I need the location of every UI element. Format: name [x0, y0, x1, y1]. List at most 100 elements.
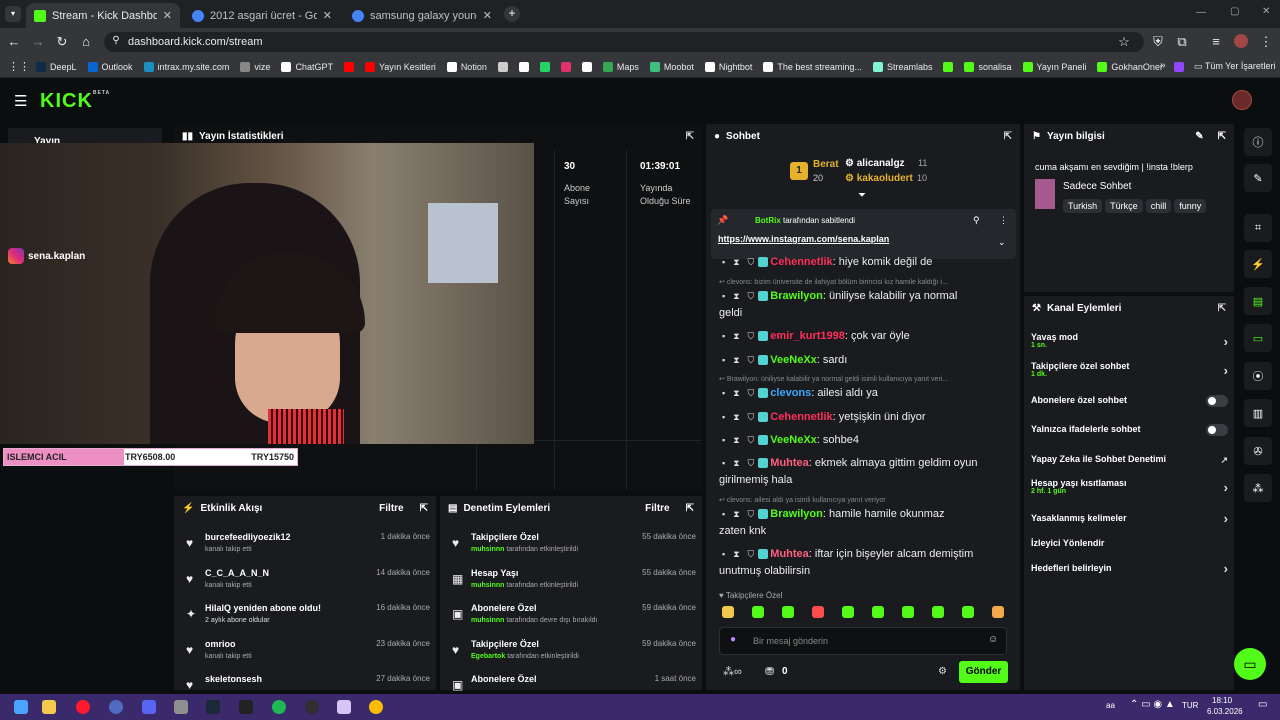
quick-emote-icon[interactable] — [992, 606, 1004, 618]
bookmark-item[interactable]: vize — [240, 61, 270, 72]
expand-icon[interactable]: ⇱ — [1004, 131, 1012, 142]
chat-message[interactable]: geldi — [719, 307, 742, 319]
mod-tools-icon[interactable]: ▪ — [722, 509, 725, 519]
bookmark-item[interactable] — [497, 61, 508, 72]
chat-username[interactable]: Muhtea — [770, 548, 809, 560]
chat-message[interactable]: ▪ ⧗ ⛉ emir_kurt1998: çok var öyle — [722, 330, 910, 342]
bookmark-item[interactable]: Yayın Kesitleri — [364, 61, 436, 72]
back-arrow-icon[interactable]: ← — [6, 34, 22, 49]
home-icon[interactable]: ⌂ — [78, 34, 94, 49]
chat-username[interactable]: VeeNeXx — [770, 354, 816, 366]
quick-emote-icon[interactable] — [962, 606, 974, 618]
maximize-icon[interactable]: ▢ — [1230, 6, 1239, 17]
bookmark-item[interactable] — [560, 61, 571, 72]
quick-emote-icon[interactable] — [782, 606, 794, 618]
app-icon[interactable] — [109, 700, 123, 714]
reload-icon[interactable]: ↻ — [54, 34, 70, 50]
collapse-leaderboard-icon[interactable]: ⏷ — [858, 190, 866, 201]
new-tab-button[interactable]: + — [504, 6, 520, 22]
bookmark-item[interactable] — [539, 61, 550, 72]
tab-search-button[interactable]: ▾ — [5, 6, 21, 22]
bookmark-item[interactable]: sonalisa — [964, 61, 1012, 72]
chevron-right-icon[interactable]: › — [1224, 561, 1228, 576]
chat-username[interactable]: Muhtea — [770, 457, 809, 469]
bookmark-item[interactable]: Maps — [602, 61, 639, 72]
chat-username[interactable]: Cehennetlik — [770, 411, 832, 423]
moderation-filter-button[interactable]: Filtre — [645, 503, 669, 514]
bookmark-item[interactable]: Outlook — [87, 61, 133, 72]
layout-icon[interactable]: ▥ — [1244, 399, 1272, 427]
mod-tools-icon[interactable]: ▪ — [722, 388, 725, 398]
forward-arrow-icon[interactable]: → — [30, 34, 46, 49]
chevron-right-icon[interactable]: › — [1224, 511, 1228, 526]
opera-icon[interactable] — [76, 700, 90, 714]
close-tab-icon[interactable]: ✕ — [483, 9, 492, 22]
chat-username[interactable]: Brawilyon — [770, 290, 823, 302]
address-bar[interactable]: dashboard.kick.com/stream — [104, 32, 1144, 52]
expand-icon[interactable]: ⇱ — [420, 503, 428, 514]
mod-tools-icon[interactable]: ▪ — [722, 435, 725, 445]
gift-icon[interactable]: ⛃ — [765, 665, 774, 678]
quick-emote-icon[interactable] — [722, 606, 734, 618]
chat-message[interactable]: unutmuş olabilirsin — [719, 565, 810, 577]
chat-message[interactable]: ▪ ⧗ ⛉ Muhtea: iftar için bişeyler alcam dem… — [722, 548, 973, 560]
external-link-icon[interactable]: ↗ — [1220, 455, 1228, 466]
browser-menu-icon[interactable]: ⋮ — [1258, 34, 1274, 50]
timeout-icon[interactable]: ⧗ — [733, 549, 739, 559]
chevron-right-icon[interactable]: › — [1224, 363, 1228, 378]
site-info-icon[interactable]: ⚲ — [108, 35, 124, 46]
wrench-icon[interactable]: ✇ — [1244, 437, 1272, 465]
chat-username[interactable]: Cehennetlik — [770, 256, 832, 268]
discord-icon[interactable] — [142, 700, 156, 714]
tab-google-search-1[interactable]: 2012 asgari ücret - Google'da A ✕ — [184, 3, 340, 28]
all-bookmarks[interactable]: ▭ Tüm Yer İşaretleri — [1194, 61, 1275, 72]
expand-icon[interactable]: ⇱ — [1218, 131, 1226, 142]
stream-tag[interactable]: Türkçe — [1105, 199, 1143, 213]
timeout-icon[interactable]: ⧗ — [733, 291, 739, 301]
bookmarks-overflow-icon[interactable]: » — [1160, 60, 1166, 71]
close-window-icon[interactable]: ✕ — [1262, 6, 1270, 17]
bookmark-item[interactable]: DeepL — [36, 61, 77, 72]
pinned-menu-icon[interactable]: ⋮ — [999, 215, 1008, 226]
channel-action-item[interactable]: Yavaş mod 1 sn. › — [1031, 332, 1228, 349]
mod-tools-icon[interactable]: ▪ — [722, 355, 725, 365]
mod-tools-icon[interactable]: ▪ — [722, 549, 725, 559]
bookmark-item[interactable]: Streamlabs — [872, 61, 932, 72]
clock-date[interactable]: 6.03.2026 — [1207, 707, 1243, 716]
mod-tools-icon[interactable]: ▪ — [722, 257, 725, 267]
channel-action-item[interactable]: Takipçilere özel sohbet 1 dk. › — [1031, 361, 1228, 378]
timeout-icon[interactable]: ⧗ — [733, 331, 739, 341]
activity-filter-button[interactable]: Filtre — [379, 503, 403, 514]
close-tab-icon[interactable]: ✕ — [323, 9, 332, 22]
channel-action-item[interactable]: Yasaklanmış kelimeler › — [1031, 511, 1228, 526]
broadcast-icon[interactable]: ⦿ — [1244, 362, 1272, 390]
file-explorer-icon[interactable] — [42, 700, 56, 714]
notifications-icon[interactable]: ▭ — [1258, 699, 1267, 710]
activity-item[interactable]: ♥ omrioo kanalı takip etti 23 dakika önce — [180, 637, 430, 671]
toggle-switch[interactable] — [1206, 424, 1228, 436]
quick-emote-icon[interactable] — [872, 606, 884, 618]
emoji-picker-icon[interactable]: ☺ — [988, 634, 998, 645]
channel-action-item[interactable]: Hedefleri belirleyin › — [1031, 561, 1228, 576]
timeout-icon[interactable]: ⧗ — [733, 257, 739, 267]
bookmark-item[interactable]: The best streaming... — [763, 61, 862, 72]
mod-tools-icon[interactable]: ▪ — [722, 331, 725, 341]
chat-icon[interactable]: ▭ — [1244, 324, 1272, 352]
language-indicator[interactable]: TUR — [1182, 701, 1198, 710]
tab-kick-dashboard[interactable]: Stream - Kick Dashboard ✕ — [26, 3, 180, 28]
activity-item[interactable]: ♥ C_C_A_A_N_N kanalı takip etti 14 dakika ö… — [180, 566, 430, 600]
info-icon[interactable]: ⓘ — [1244, 128, 1272, 156]
bookmark-item[interactable]: Nightbot — [704, 61, 752, 72]
microphone-icon[interactable]: ● — [730, 634, 736, 645]
chat-message[interactable]: ▪ ⧗ ⛉ Muhtea: ekmek almaya gittim geldim oy… — [722, 457, 978, 469]
timeout-icon[interactable]: ⧗ — [733, 412, 739, 422]
timeout-icon[interactable]: ⧗ — [733, 388, 739, 398]
quick-emote-icon[interactable] — [752, 606, 764, 618]
windows-start-icon[interactable] — [14, 700, 28, 714]
send-button[interactable]: Gönder — [959, 661, 1008, 683]
chat-message[interactable]: ▪ ⧗ ⛉ Brawilyon: hamile hamile okunmaz — [722, 508, 945, 520]
close-tab-icon[interactable]: ✕ — [163, 9, 172, 22]
clipboard-icon[interactable]: ▤ — [1244, 287, 1272, 315]
pinned-expand-chevron-icon[interactable]: ⌄ — [998, 237, 1006, 248]
bookmark-item[interactable]: ChatGPT — [281, 61, 333, 72]
